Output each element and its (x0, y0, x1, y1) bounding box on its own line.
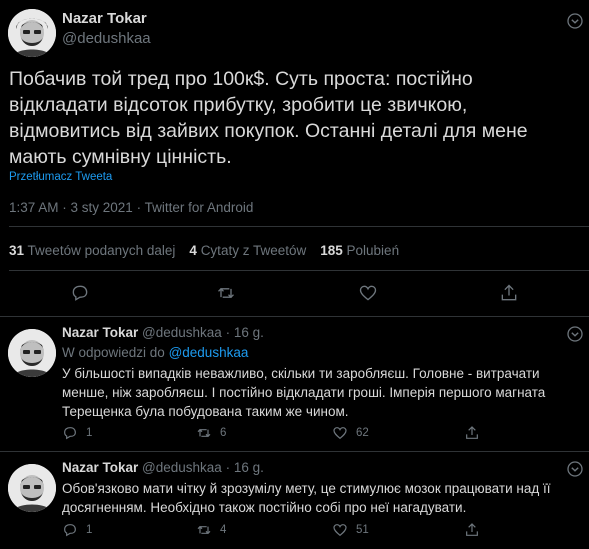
like-count: 51 (356, 524, 369, 536)
chevron-down-icon[interactable] (566, 460, 584, 478)
reply-text: У більшості випадків неважливо, скільки … (62, 366, 546, 419)
reply-header: Nazar Tokar @dedushkaa · 16 g. (62, 460, 264, 475)
retweets-stat[interactable]: 31 Tweetów podanych dalej (9, 243, 175, 258)
quotes-label: Cytaty z Tweetów (200, 243, 307, 258)
tweet-actions (0, 283, 589, 303)
reply-text: Обов'язково мати чітку й зрозумілу мету,… (62, 481, 551, 515)
avatar[interactable] (8, 9, 56, 57)
author-name[interactable]: Nazar Tokar (62, 10, 147, 27)
tweet-text: Побачив той тред про 100к$. Суть проста:… (9, 68, 528, 168)
author-name[interactable]: Nazar Tokar (62, 460, 138, 475)
reply-time[interactable]: · 16 g. (226, 325, 264, 340)
like-count: 62 (356, 427, 369, 439)
retweet-button[interactable]: 6 (196, 425, 226, 441)
author-handle[interactable]: @dedushkaa (62, 30, 151, 47)
quotes-count: 4 (189, 243, 197, 258)
avatar[interactable] (8, 329, 56, 377)
reply-count: 1 (86, 427, 93, 439)
tweet-stats: 31 Tweetów podanych dalej 4 Cytaty z Twe… (9, 243, 399, 258)
author-handle[interactable]: @dedushkaa (142, 325, 222, 340)
like-icon[interactable] (358, 283, 378, 303)
chevron-down-icon[interactable] (566, 325, 584, 343)
like-icon (332, 425, 348, 441)
reply-tweet[interactable]: Nazar Tokar @dedushkaa · 16 g. Обов'язко… (0, 452, 589, 549)
reply-icon[interactable] (70, 283, 90, 303)
author-handle[interactable]: @dedushkaa (142, 460, 222, 475)
likes-label: Polubień (346, 243, 400, 258)
reply-header: Nazar Tokar @dedushkaa · 16 g. (62, 325, 264, 340)
chevron-down-icon[interactable] (566, 12, 584, 30)
share-icon (464, 425, 480, 441)
share-icon (464, 522, 480, 538)
likes-stat[interactable]: 185 Polubień (320, 243, 399, 258)
reply-icon (62, 425, 78, 441)
retweets-count: 31 (9, 243, 25, 258)
retweet-count: 4 (220, 524, 227, 536)
reply-icon (62, 522, 78, 538)
divider (9, 270, 589, 271)
like-button[interactable]: 62 (332, 425, 369, 441)
like-icon (332, 522, 348, 538)
retweet-icon (196, 522, 212, 538)
quotes-stat[interactable]: 4 Cytaty z Tweetów (189, 243, 306, 258)
translate-link[interactable]: Przetłumacz Tweeta (9, 171, 112, 183)
divider (9, 226, 589, 227)
reply-button[interactable]: 1 (62, 425, 92, 441)
likes-count: 185 (320, 243, 343, 258)
replying-to-handle[interactable]: @dedushkaa (169, 345, 249, 360)
reply-count: 1 (86, 524, 93, 536)
share-button[interactable] (464, 522, 480, 538)
author-name[interactable]: Nazar Tokar (62, 325, 138, 340)
retweet-icon[interactable] (216, 283, 236, 303)
tweet-timestamp[interactable]: 1:37 AM · 3 sty 2021 · Twitter for Andro… (9, 200, 253, 215)
main-tweet: Nazar Tokar @dedushkaa Побачив той тред … (0, 0, 589, 317)
replying-to: W odpowiedzi do @dedushkaa (62, 345, 248, 360)
retweets-label: Tweetów podanych dalej (27, 243, 176, 258)
reply-button[interactable]: 1 (62, 522, 92, 538)
retweet-count: 6 (220, 427, 227, 439)
replying-to-label: W odpowiedzi do (62, 345, 165, 360)
retweet-button[interactable]: 4 (196, 522, 226, 538)
retweet-icon (196, 425, 212, 441)
avatar[interactable] (8, 464, 56, 512)
share-icon[interactable] (499, 283, 519, 303)
reply-tweet[interactable]: Nazar Tokar @dedushkaa · 16 g. W odpowie… (0, 317, 589, 452)
like-button[interactable]: 51 (332, 522, 369, 538)
share-button[interactable] (464, 425, 480, 441)
reply-time[interactable]: · 16 g. (226, 460, 264, 475)
